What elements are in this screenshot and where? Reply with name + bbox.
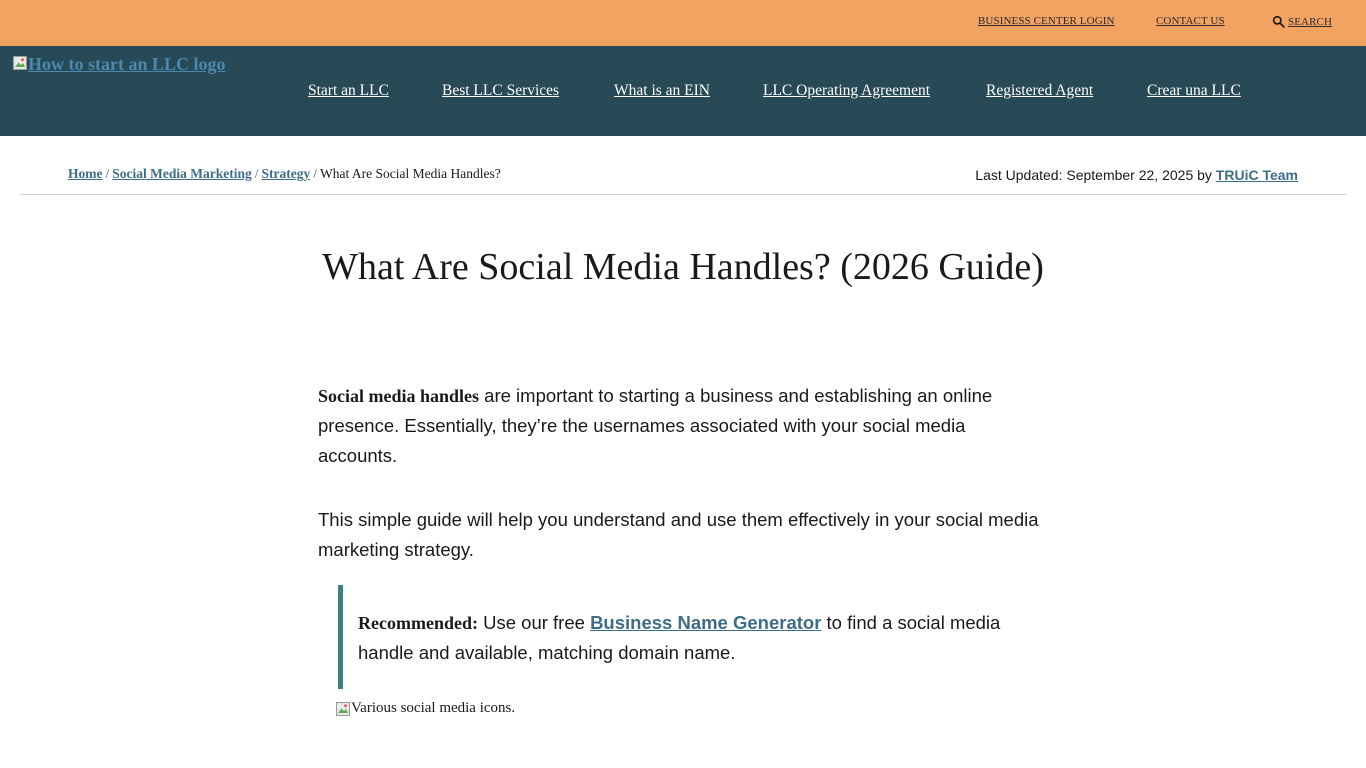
divider xyxy=(20,194,1346,195)
nav-what-is-an-ein[interactable]: What is an EIN xyxy=(614,82,710,100)
breadcrumb-home[interactable]: Home xyxy=(68,166,103,181)
broken-image-icon xyxy=(13,56,27,70)
utility-bar: BUSINESS CENTER LOGIN CONTACT US SEARCH xyxy=(0,0,1366,46)
business-center-login-link[interactable]: BUSINESS CENTER LOGIN xyxy=(978,15,1115,27)
logo-alt-text: How to start an LLC logo xyxy=(28,54,226,74)
site-logo[interactable]: How to start an LLC logo xyxy=(12,54,226,75)
search-link[interactable]: SEARCH xyxy=(1272,15,1332,28)
search-label: SEARCH xyxy=(1288,15,1332,28)
search-icon xyxy=(1272,15,1285,28)
breadcrumb-current: What Are Social Media Handles? xyxy=(320,166,501,181)
breadcrumb-strategy[interactable]: Strategy xyxy=(262,166,311,181)
recommended-callout: Recommended: Use our free Business Name … xyxy=(338,585,1048,689)
image-alt-text: Various social media icons. xyxy=(351,700,516,716)
author-link[interactable]: TRUiC Team xyxy=(1216,167,1298,183)
contact-us-link[interactable]: CONTACT US xyxy=(1156,15,1225,27)
nav-llc-operating-agreement[interactable]: LLC Operating Agreement xyxy=(763,82,930,100)
intro-bold: Social media handles xyxy=(318,386,480,406)
breadcrumb-social-media-marketing[interactable]: Social Media Marketing xyxy=(112,166,251,181)
nav-best-llc-services[interactable]: Best LLC Services xyxy=(442,82,559,100)
page-title: What Are Social Media Handles? (2026 Gui… xyxy=(322,246,1044,288)
guide-paragraph: This simple guide will help you understa… xyxy=(318,509,1039,560)
nav-registered-agent[interactable]: Registered Agent xyxy=(986,82,1093,100)
main-navigation: How to start an LLC logo Start an LLC Be… xyxy=(0,46,1366,136)
intro-paragraph: Social media handles are important to st… xyxy=(318,385,993,466)
broken-image-icon xyxy=(336,702,350,716)
last-updated-text: Last Updated: September 22, 2025 by xyxy=(975,167,1212,183)
nav-crear-una-llc[interactable]: Crear una LLC xyxy=(1147,82,1241,100)
breadcrumb: Home / Social Media Marketing / Strategy / Wha… xyxy=(68,166,501,181)
business-name-generator-link[interactable]: Business Name Generator xyxy=(590,612,821,633)
nav-start-an-llc[interactable]: Start an LLC xyxy=(308,82,389,100)
callout-label: Recommended: xyxy=(358,613,478,633)
social-media-icons-image: Various social media icons. xyxy=(335,700,515,717)
last-updated: Last Updated: September 22, 2025 by TRUi… xyxy=(975,167,1298,183)
